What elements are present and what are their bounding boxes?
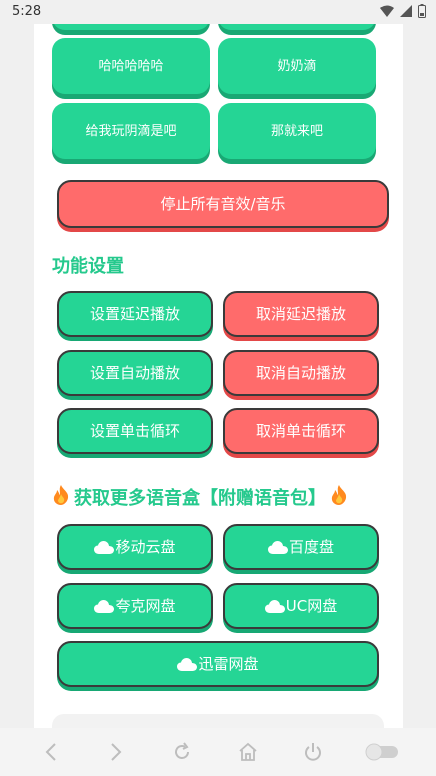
status-icons xyxy=(380,4,426,18)
cloud-icon xyxy=(94,540,115,554)
set-click-loop-button[interactable]: 设置单击循环 xyxy=(57,408,213,454)
cancel-delay-play-button[interactable]: 取消延迟播放 xyxy=(223,291,379,337)
refresh-icon[interactable] xyxy=(167,737,197,767)
set-auto-play-button[interactable]: 设置自动播放 xyxy=(57,350,213,396)
signal-icon xyxy=(400,5,412,17)
battery-icon xyxy=(418,4,426,18)
power-icon[interactable] xyxy=(298,737,328,767)
home-icon[interactable] xyxy=(233,737,263,767)
sound-button-partial-left[interactable] xyxy=(52,24,210,30)
cloud-icon xyxy=(177,657,198,671)
sound-button[interactable]: 给我玩阴滴是吧 xyxy=(52,103,210,159)
set-auto-play-label: 设置自动播放 xyxy=(89,363,180,382)
sound-button-label: 哈哈哈哈哈 xyxy=(98,58,164,74)
mobile-cloud-button[interactable]: 移动云盘 xyxy=(57,524,213,570)
fire-icon xyxy=(52,484,70,510)
set-delay-play-button[interactable]: 设置延迟播放 xyxy=(57,291,213,337)
cloud-icon xyxy=(267,540,288,554)
quark-pan-label: 夸克网盘 xyxy=(115,596,176,615)
set-delay-play-label: 设置延迟播放 xyxy=(89,304,180,323)
cancel-auto-play-button[interactable]: 取消自动播放 xyxy=(223,350,379,396)
download-section-header: 获取更多语音盒【附赠语音包】 xyxy=(52,484,348,510)
cancel-click-loop-label: 取消单击循环 xyxy=(255,421,346,440)
fire-icon xyxy=(330,484,348,510)
sound-button-partial-right[interactable] xyxy=(218,24,376,30)
quark-pan-button[interactable]: 夸克网盘 xyxy=(57,583,213,629)
mobile-cloud-label: 移动云盘 xyxy=(115,537,176,556)
cancel-auto-play-label: 取消自动播放 xyxy=(255,363,346,382)
cloud-icon xyxy=(264,599,285,613)
forward-icon[interactable] xyxy=(101,737,131,767)
toggle-switch[interactable] xyxy=(364,737,400,767)
uc-pan-button[interactable]: UC网盘 xyxy=(223,583,379,629)
bottom-nav-bar xyxy=(0,728,436,776)
sound-button[interactable]: 那就来吧 xyxy=(218,103,376,159)
set-click-loop-label: 设置单击循环 xyxy=(89,421,180,440)
status-time: 5:28 xyxy=(12,4,42,19)
cancel-click-loop-button[interactable]: 取消单击循环 xyxy=(223,408,379,454)
sound-button-label: 奶奶滴 xyxy=(277,58,317,74)
stop-all-label: 停止所有音效/音乐 xyxy=(160,194,286,213)
main-card: 哈哈哈哈哈 奶奶滴 给我玩阴滴是吧 那就来吧 停止所有音效/音乐 功能设置 设置… xyxy=(34,24,403,728)
cancel-delay-play-label: 取消延迟播放 xyxy=(255,304,346,323)
sound-button[interactable]: 哈哈哈哈哈 xyxy=(52,38,210,94)
wifi-icon xyxy=(380,5,394,17)
xunlei-pan-button[interactable]: 迅雷网盘 xyxy=(57,641,379,687)
sound-button-label: 给我玩阴滴是吧 xyxy=(85,123,177,139)
bottom-panel xyxy=(52,714,384,728)
sound-button[interactable]: 奶奶滴 xyxy=(218,38,376,94)
xunlei-pan-label: 迅雷网盘 xyxy=(198,654,259,673)
stop-all-button[interactable]: 停止所有音效/音乐 xyxy=(57,180,389,228)
baidu-pan-button[interactable]: 百度盘 xyxy=(223,524,379,570)
cloud-icon xyxy=(94,599,115,613)
feature-section-title: 功能设置 xyxy=(52,256,124,277)
download-section-title: 获取更多语音盒【附赠语音包】 xyxy=(74,488,326,509)
baidu-pan-label: 百度盘 xyxy=(288,537,334,556)
uc-pan-label: UC网盘 xyxy=(285,596,338,615)
back-icon[interactable] xyxy=(36,737,66,767)
status-bar: 5:28 xyxy=(0,0,436,24)
sound-button-label: 那就来吧 xyxy=(270,123,323,139)
